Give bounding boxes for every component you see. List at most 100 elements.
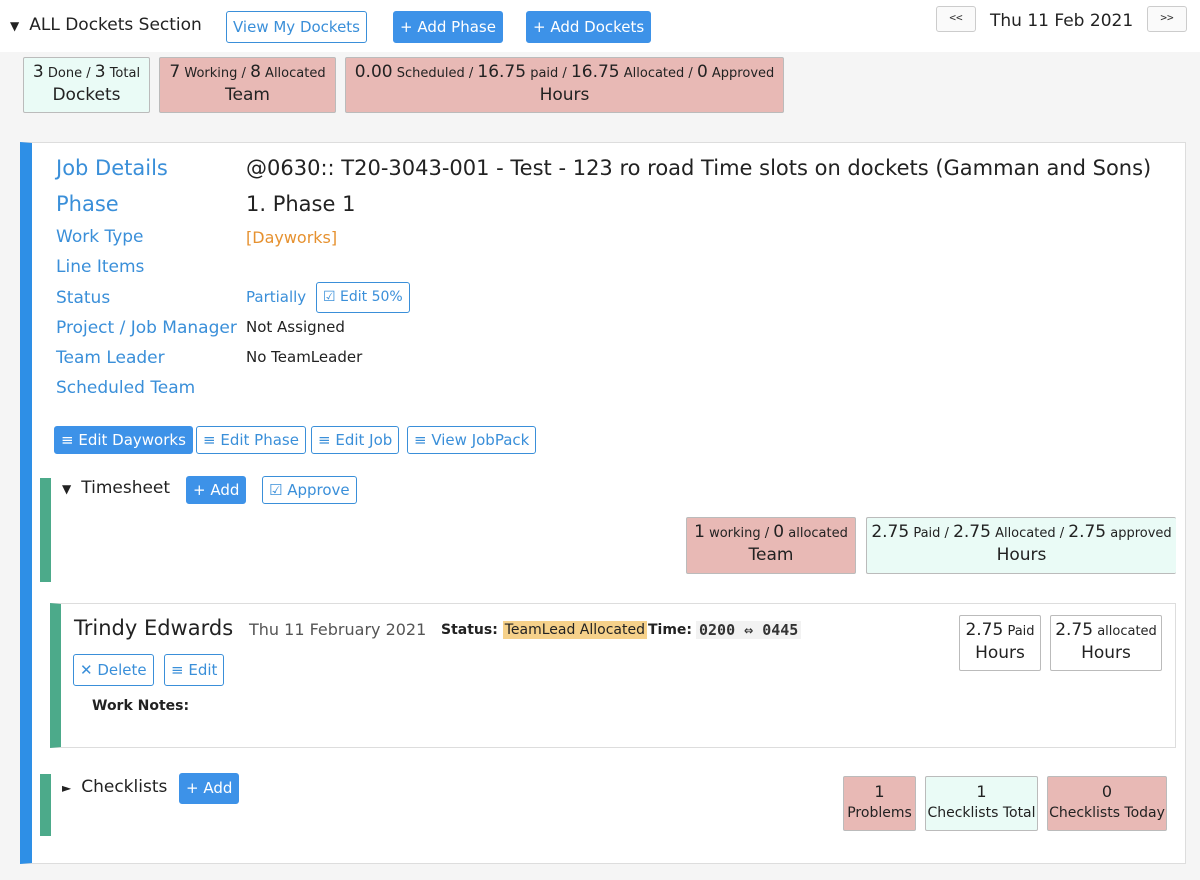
team-allocated-label: Allocated [265, 66, 326, 81]
next-date-button[interactable]: >> [1147, 6, 1187, 32]
entry-status: Status: TeamLead Allocated [441, 621, 647, 639]
status-value: Partially [246, 288, 307, 306]
problems-label: Problems [847, 805, 912, 821]
entry-allocated-unit: allocated [1097, 624, 1157, 639]
timesheet-paid-count: 2.75 [871, 522, 910, 542]
timesheet-allocated-count: 0 [773, 522, 785, 542]
job-details-label: Job Details [56, 156, 168, 180]
timesheet-working-count: 1 [694, 522, 705, 542]
timesheet-paid-label: Paid / [913, 526, 949, 541]
entry-paid-unit: Paid [1007, 624, 1035, 639]
section-toggle[interactable]: ▼ ALL Dockets Section [10, 15, 202, 35]
team-leader-value: No TeamLeader [246, 348, 363, 366]
entry-paid-label: Hours [975, 643, 1025, 663]
add-timesheet-button[interactable]: + Add [186, 476, 247, 504]
edit-dayworks-button[interactable]: ≡ Edit Dayworks [54, 426, 193, 454]
timesheet-title: Timesheet [81, 478, 171, 498]
current-date: Thu 11 Feb 2021 [990, 11, 1134, 31]
scheduled-team-label: Scheduled Team [56, 378, 196, 398]
add-dockets-button[interactable]: + Add Dockets [526, 11, 652, 43]
dockets-summary: 3 Done / 3 Total Dockets [23, 57, 150, 113]
problems-count: 1 [874, 782, 885, 801]
checklists-today-box: 0 Checklists Today [1047, 776, 1167, 831]
hours-summary: 0.00 Scheduled / 16.75 paid / 16.75 Allo… [345, 57, 784, 113]
phase-value: 1. Phase 1 [246, 192, 356, 216]
status-label: Status [56, 288, 111, 308]
edit-job-button[interactable]: ≡ Edit Job [311, 426, 400, 454]
hours-approved-label: Approved [711, 66, 775, 81]
manager-value: Not Assigned [246, 318, 345, 336]
entry-status-value: TeamLead Allocated [502, 621, 647, 639]
problems-count-box: 1 Problems [843, 776, 916, 831]
team-summary-label: Team [225, 85, 270, 105]
checklists-today-count: 0 [1101, 782, 1113, 801]
timesheet-hours-allocated-count: 2.75 [953, 522, 991, 542]
add-phase-button[interactable]: + Add Phase [393, 11, 503, 43]
section-title: ALL Dockets Section [29, 15, 202, 35]
top-bar: ▼ ALL Dockets Section View My Dockets + A… [0, 0, 1200, 52]
checklists-today-label: Checklists Today [1049, 805, 1165, 821]
timesheet-toggle[interactable]: ▼ Timesheet [62, 478, 170, 498]
timesheet-team-label: Team [748, 545, 794, 565]
checklists-total-box: 1 Checklists Total [925, 776, 1038, 831]
entry-status-label: Status: [441, 622, 498, 638]
view-jobpack-button[interactable]: ≡ View JobPack [407, 426, 537, 454]
job-details-value: @0630:: T20-3043-001 - Test - 123 ro roa… [246, 156, 1152, 180]
timesheet-approved-count: 2.75 [1068, 522, 1107, 542]
hours-paid-count: 16.75 [477, 62, 527, 82]
dockets-done-count: 3 [32, 62, 44, 82]
edit-status-button[interactable]: ☑ Edit 50% [316, 282, 410, 313]
edit-phase-button[interactable]: ≡ Edit Phase [196, 426, 306, 454]
timesheet-team-summary: 1 working / 0 allocated Team [686, 517, 856, 574]
timesheet-allocated-label: allocated [788, 526, 848, 541]
dockets-summary-label: Dockets [52, 85, 121, 105]
entry-time-value: 0200 ⇔ 0445 [696, 621, 802, 639]
checklists-total-count: 1 [976, 782, 987, 801]
hours-allocated-label: Allocated / [623, 66, 693, 81]
caret-down-icon: ▼ [62, 482, 72, 496]
dockets-total-label: Total [109, 66, 141, 81]
entry-time-label: Time: [648, 622, 693, 638]
hours-allocated-count: 16.75 [570, 62, 620, 82]
hours-approved-count: 0 [696, 62, 708, 82]
phase-label: Phase [56, 192, 119, 216]
timesheet-hours-allocated-label: Allocated / [995, 526, 1065, 541]
timesheet-hours-label: Hours [996, 545, 1047, 565]
entry-allocated-value: 2.75 [1055, 620, 1094, 640]
hours-scheduled-count: 0.00 [354, 62, 393, 82]
team-summary: 7 Working / 8 Allocated Team [159, 57, 336, 113]
work-notes-label: Work Notes: [92, 698, 190, 714]
entry-paid-value: 2.75 [965, 620, 1004, 640]
team-leader-label: Team Leader [56, 348, 165, 368]
caret-right-icon: ► [62, 781, 72, 795]
edit-entry-button[interactable]: ≡ Edit [164, 654, 225, 686]
work-type-label: Work Type [56, 227, 144, 247]
checklists-toggle[interactable]: ► Checklists [62, 777, 167, 797]
entry-paid-hours: 2.75 Paid Hours [959, 615, 1041, 671]
timesheet-hours-summary: 2.75 Paid / 2.75 Allocated / 2.75 approv… [866, 517, 1176, 574]
dockets-done-label: Done / [47, 66, 91, 81]
delete-entry-button[interactable]: ✕ Delete [73, 654, 154, 686]
entry-date: Thu 11 February 2021 [249, 620, 427, 639]
timesheet-accent-bar [40, 478, 51, 582]
checklists-accent-bar [40, 774, 51, 836]
add-checklist-button[interactable]: + Add [179, 773, 240, 804]
line-items-label: Line Items [56, 257, 145, 277]
work-type-value: [Dayworks] [246, 228, 338, 247]
timesheet-working-label: working / [709, 526, 770, 541]
approve-timesheet-button[interactable]: ☑ Approve [262, 476, 357, 504]
view-my-dockets-button[interactable]: View My Dockets [226, 11, 368, 43]
caret-down-icon: ▼ [10, 19, 20, 33]
timesheet-approved-label: approved [1110, 526, 1172, 541]
entry-worker-name: Trindy Edwards [74, 616, 234, 640]
hours-scheduled-label: Scheduled / [396, 66, 474, 81]
entry-allocated-hours: 2.75 allocated Hours [1050, 615, 1162, 671]
checklists-total-label: Checklists Total [927, 805, 1036, 821]
hours-paid-label: paid / [530, 66, 567, 81]
team-working-label: Working / [184, 66, 246, 81]
dockets-total-count: 3 [94, 62, 106, 82]
entry-allocated-label: Hours [1081, 643, 1131, 663]
prev-date-button[interactable]: << [936, 6, 976, 32]
checklists-title: Checklists [81, 777, 168, 797]
hours-summary-label: Hours [539, 85, 590, 105]
